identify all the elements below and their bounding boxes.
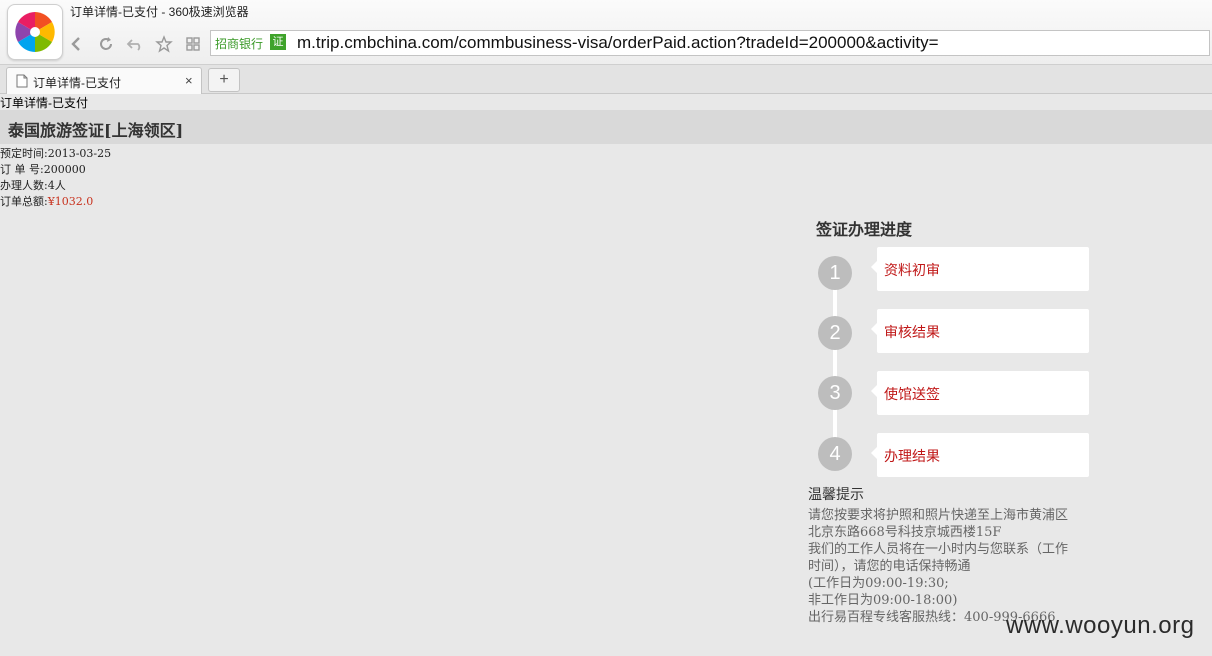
tips-title: 温馨提示 [808,486,864,502]
step-card-3: 使馆送签 [871,371,1089,415]
tips-body: 请您按要求将护照和照片快递至上海市黄浦区 北京东路668号科技京城西楼15F 我… [808,507,1098,626]
order-number-label: 订 单 号: [0,163,44,176]
progress-connector [833,286,837,446]
step-card-1: 资料初审 [871,247,1089,291]
step-label: 使馆送签 [884,386,940,402]
address-bar[interactable]: 招商银行 证 m.trip.cmbchina.com/commbusiness-… [210,30,1210,56]
step-number-4: 4 [818,437,852,471]
tips-line: 我们的工作人员将在一小时内与您联系（工作 [808,542,1069,557]
new-tab-button[interactable]: + [208,68,240,92]
tips-line: 北京东路668号科技京城西楼15F [808,525,1002,540]
grid-icon[interactable] [182,33,204,55]
tips-line: 非工作日为09:00-18:00) [808,593,958,608]
product-header: 泰国旅游签证[上海领区] [0,110,1212,144]
tab-order-detail[interactable]: 订单详情-已支付 × [6,67,202,94]
progress-title: 签证办理进度 [816,220,913,239]
order-people-row: 办理人数:4人 [0,178,111,194]
back-icon[interactable] [66,33,88,55]
order-date-label: 预定时间: [0,147,48,160]
window-title: 订单详情-已支付 - 360极速浏览器 [70,5,249,19]
order-date-row: 预定时间:2013-03-25 [0,146,111,162]
order-number-value: 200000 [43,163,86,176]
order-people-value: 4人 [47,179,66,192]
site-identity-label[interactable]: 招商银行 [215,35,263,52]
tips-line: 时间），请您的电话保持畅通 [808,559,971,574]
order-amount-row: 订单总额:¥1032.0 [0,194,111,210]
step-number-1: 1 [818,256,852,290]
undo-icon[interactable] [124,33,146,55]
tab-label: 订单详情-已支付 [33,76,121,90]
order-date-value: 2013-03-25 [47,147,112,160]
step-label: 审核结果 [884,324,940,340]
step-number-2: 2 [818,316,852,350]
order-people-label: 办理人数: [0,179,48,192]
close-tab-icon[interactable]: × [185,73,193,88]
step-card-2: 审核结果 [871,309,1089,353]
document-title: 订单详情-已支付 [0,96,88,110]
tab-bar: 订单详情-已支付 × + [0,64,1212,94]
tips-line: 请您按要求将护照和照片快递至上海市黄浦区 [808,508,1069,523]
tips-line: (工作日为09:00-19:30; [808,576,949,591]
order-number-row: 订 单 号:200000 [0,162,111,178]
order-amount-value: ¥1032.0 [47,195,94,208]
step-card-4: 办理结果 [871,433,1089,477]
order-info: 预定时间:2013-03-25 订 单 号:200000 办理人数:4人 订单总… [0,146,111,210]
refresh-icon[interactable] [95,33,117,55]
certificate-icon[interactable]: 证 [270,34,286,50]
step-label: 办理结果 [884,448,940,464]
star-icon[interactable] [153,33,175,55]
document-icon [16,74,28,93]
step-number-3: 3 [818,376,852,410]
order-amount-label: 订单总额: [0,195,48,208]
browser-titlebar: 订单详情-已支付 - 360极速浏览器 招商银行 证 m.trip.cmbchi… [0,0,1212,64]
step-label: 资料初审 [884,262,940,278]
product-title: 泰国旅游签证[上海领区] [8,121,184,140]
browser-logo-icon[interactable] [7,4,63,60]
url-input[interactable]: m.trip.cmbchina.com/commbusiness-visa/or… [297,33,939,53]
watermark: www.wooyun.org [1006,612,1195,639]
